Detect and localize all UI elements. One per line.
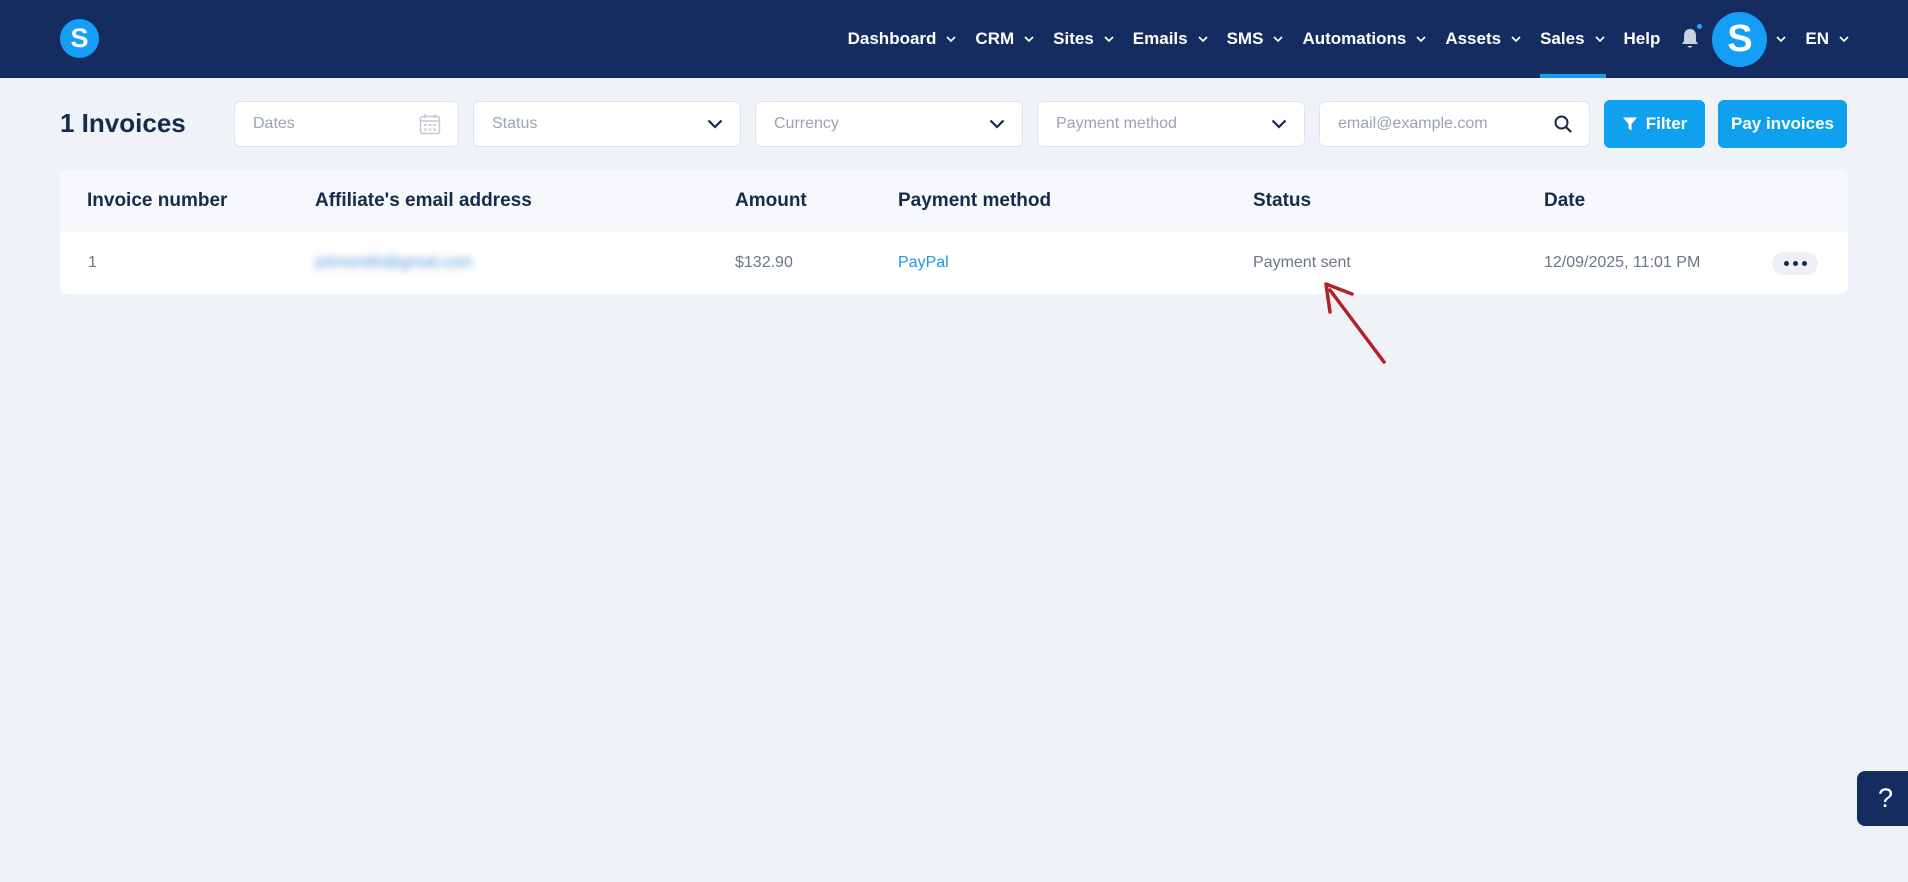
- chevron-down-icon: [1776, 36, 1786, 43]
- nav-item-label: Emails: [1132, 29, 1188, 48]
- chevron-down-icon: [1271, 119, 1287, 129]
- dates-placeholder: Dates: [253, 115, 295, 132]
- cell-amount: $132.90: [735, 254, 793, 271]
- invoices-table: Invoice number Affiliate's email address…: [60, 170, 1848, 294]
- language-label: EN: [1805, 29, 1829, 48]
- chevron-down-icon: [1594, 36, 1605, 43]
- status-select[interactable]: Status: [473, 101, 741, 147]
- main-nav: Dashboard CRM Sites Emails SMS Automatio…: [830, 0, 1850, 78]
- search-input[interactable]: [1338, 115, 1528, 133]
- column-header-payment-method[interactable]: Payment method: [898, 170, 1051, 232]
- status-placeholder: Status: [492, 115, 538, 132]
- chevron-down-icon: [1104, 36, 1114, 43]
- payment-method-placeholder: Payment method: [1056, 115, 1177, 132]
- column-header-status[interactable]: Status: [1253, 170, 1311, 232]
- language-selector[interactable]: EN: [1805, 0, 1850, 78]
- chevron-down-icon: [1273, 36, 1284, 43]
- filter-button-label: Filter: [1645, 114, 1688, 133]
- nav-item-dashboard[interactable]: Dashboard: [848, 0, 958, 78]
- chevron-down-icon: [989, 119, 1005, 129]
- notifications-button[interactable]: [1680, 0, 1705, 78]
- annotation-arrow: [1324, 282, 1386, 364]
- column-header-invoice-number[interactable]: Invoice number: [87, 170, 227, 232]
- page-title: 1 Invoices: [60, 108, 186, 138]
- notification-badge: [1695, 22, 1705, 31]
- nav-item-label: SMS: [1226, 29, 1264, 48]
- nav-item-label: Sites: [1053, 29, 1094, 48]
- pay-invoices-label: Pay invoices: [1730, 114, 1834, 133]
- nav-item-sales[interactable]: Sales: [1540, 0, 1606, 78]
- nav-item-emails[interactable]: Emails: [1133, 0, 1209, 78]
- help-button[interactable]: ?: [1857, 771, 1908, 826]
- column-header-email[interactable]: Affiliate's email address: [315, 170, 532, 232]
- cell-email: johnsmith@gmail.com: [315, 254, 473, 271]
- nav-item-assets[interactable]: Assets: [1445, 0, 1522, 78]
- nav-item-crm[interactable]: CRM: [975, 0, 1035, 78]
- dates-picker[interactable]: Dates: [234, 101, 459, 147]
- chevron-down-icon: [1024, 36, 1034, 43]
- nav-item-automations[interactable]: Automations: [1302, 0, 1427, 78]
- chevron-down-icon: [1839, 36, 1849, 43]
- chevron-down-icon: [1198, 36, 1208, 43]
- avatar: S: [1712, 11, 1768, 67]
- filter-button[interactable]: Filter: [1604, 100, 1705, 148]
- currency-select[interactable]: Currency: [755, 101, 1023, 147]
- dot: [1801, 261, 1807, 266]
- chevron-down-icon: [1511, 36, 1521, 43]
- cell-date: 12/09/2025, 11:01 PM: [1544, 254, 1701, 271]
- column-header-date[interactable]: Date: [1544, 170, 1585, 232]
- top-navigation-bar: S Dashboard CRM Sites Emails SMS Automat…: [0, 0, 1908, 78]
- chevron-down-icon: [707, 119, 723, 129]
- nav-item-sms[interactable]: SMS: [1227, 0, 1285, 78]
- table-row[interactable]: 1 johnsmith@gmail.com $132.90 PayPal Pay…: [60, 232, 1848, 294]
- search-icon[interactable]: [1554, 115, 1572, 133]
- cell-invoice-number: 1: [88, 254, 97, 271]
- currency-placeholder: Currency: [774, 115, 839, 132]
- bell-icon: [1682, 29, 1699, 48]
- payment-method-select[interactable]: Payment method: [1037, 101, 1305, 147]
- nav-item-label: Dashboard: [847, 29, 937, 48]
- nav-item-label: Assets: [1445, 29, 1502, 48]
- chevron-down-icon: [946, 36, 956, 43]
- nav-item-label: Help: [1623, 29, 1661, 48]
- nav-item-label: Automations: [1302, 29, 1407, 48]
- search-field: [1319, 101, 1590, 147]
- nav-item-sites[interactable]: Sites: [1053, 0, 1115, 78]
- dot: [1792, 261, 1798, 266]
- calendar-icon: [419, 114, 441, 135]
- nav-item-label: CRM: [975, 29, 1015, 48]
- filter-icon: [1622, 117, 1637, 131]
- table-header: Invoice number Affiliate's email address…: [60, 170, 1848, 232]
- column-header-amount[interactable]: Amount: [735, 170, 807, 232]
- logo[interactable]: S: [60, 19, 99, 58]
- nav-item-label: Sales: [1540, 29, 1585, 48]
- dot: [1783, 261, 1789, 266]
- row-more-actions-button[interactable]: [1772, 252, 1818, 275]
- cell-payment-method[interactable]: PayPal: [898, 232, 949, 294]
- user-menu[interactable]: S: [1712, 0, 1787, 78]
- nav-item-help[interactable]: Help: [1624, 0, 1661, 78]
- chevron-down-icon: [1416, 36, 1426, 43]
- pay-invoices-button[interactable]: Pay invoices: [1718, 100, 1847, 148]
